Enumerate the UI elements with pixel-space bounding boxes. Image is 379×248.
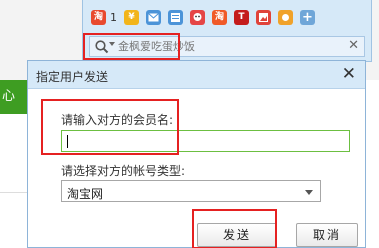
qq-side-panel: 淘 1 ¥ 淘 T + ✕ xyxy=(82,0,372,62)
add-icon[interactable]: + xyxy=(300,9,315,25)
close-icon[interactable]: ✕ xyxy=(348,38,359,53)
taobao-icon[interactable]: 淘 xyxy=(91,9,106,25)
taobao-shop-icon[interactable]: 淘 xyxy=(212,9,227,25)
background-divider xyxy=(0,192,30,193)
app-icon-row: 淘 1 ¥ 淘 T + xyxy=(91,8,322,26)
account-type-value: 淘宝网 xyxy=(67,187,104,201)
dialog-title: 指定用户发送 xyxy=(36,70,109,84)
send-button[interactable]: 发送 xyxy=(197,223,277,247)
dialog-title-bar[interactable]: 指定用户发送 ✕ xyxy=(28,61,365,89)
mailbox-icon[interactable] xyxy=(146,9,161,25)
tencent-t-icon[interactable]: T xyxy=(234,9,249,25)
badge-count: 1 xyxy=(110,10,117,24)
wealth-icon[interactable]: ¥ xyxy=(124,9,139,25)
picture-icon[interactable] xyxy=(256,9,271,25)
account-type-select[interactable]: 淘宝网 xyxy=(61,180,321,202)
chevron-down-icon[interactable] xyxy=(305,190,313,195)
notes-icon[interactable] xyxy=(168,9,183,25)
close-icon[interactable]: ✕ xyxy=(342,64,356,84)
background-green-tab: 心 xyxy=(0,80,30,114)
member-name-field[interactable] xyxy=(61,130,350,152)
search-input[interactable] xyxy=(118,38,348,55)
send-to-user-dialog: 指定用户发送 ✕ 请输入对方的会员名: 请选择对方的帐号类型: 淘宝网 发送 取… xyxy=(27,60,366,248)
search-scope-caret-icon[interactable] xyxy=(109,42,115,46)
photo-icon[interactable] xyxy=(278,9,293,25)
text-cursor xyxy=(67,135,68,148)
search-icon[interactable] xyxy=(94,39,110,55)
contact-search-box[interactable]: ✕ xyxy=(89,36,365,57)
member-name-label: 请输入对方的会员名: xyxy=(61,113,174,127)
member-name-input[interactable] xyxy=(62,131,349,151)
cancel-button[interactable]: 取消 xyxy=(296,223,358,247)
account-type-label: 请选择对方的帐号类型: xyxy=(61,164,186,178)
qzone-icon[interactable] xyxy=(190,9,205,25)
